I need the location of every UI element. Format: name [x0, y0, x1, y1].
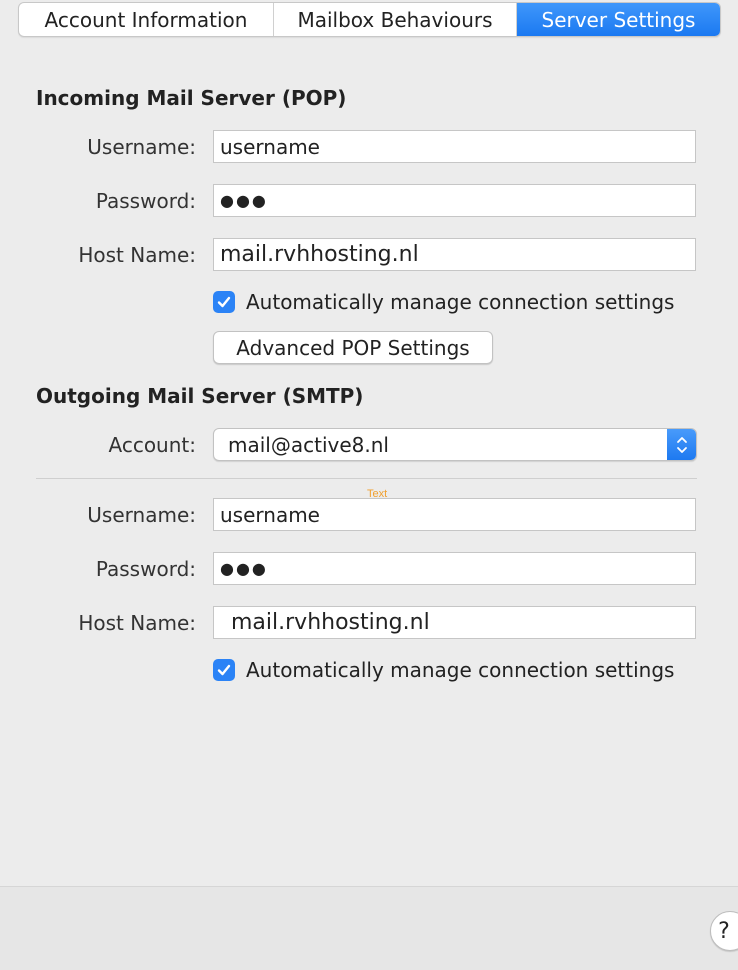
server-settings-window: Account Information Mailbox Behaviours S…: [0, 0, 738, 970]
outgoing-auto-manage-row[interactable]: Automatically manage connection settings: [213, 657, 674, 683]
incoming-host-field[interactable]: mail.rvhhosting.nl: [213, 238, 696, 271]
outgoing-password-field[interactable]: ●●●: [213, 552, 696, 585]
tab-server-settings[interactable]: Server Settings: [517, 3, 720, 36]
outgoing-username-field[interactable]: username: [213, 498, 696, 531]
tab-account-information[interactable]: Account Information: [19, 3, 274, 36]
incoming-username-label: Username:: [87, 135, 196, 159]
tab-mailbox-behaviours[interactable]: Mailbox Behaviours: [274, 3, 517, 36]
incoming-password-field[interactable]: ●●●: [213, 184, 696, 217]
outgoing-account-value: mail@active8.nl: [228, 432, 389, 457]
checkmark-icon: [217, 664, 231, 676]
incoming-username-field[interactable]: username: [213, 130, 696, 163]
outgoing-host-label: Host Name:: [78, 611, 196, 635]
outgoing-username-label: Username:: [87, 503, 196, 527]
outgoing-account-label: Account:: [108, 433, 197, 457]
checkmark-icon: [217, 296, 231, 308]
outgoing-account-select[interactable]: mail@active8.nl: [213, 428, 697, 461]
outgoing-host-field[interactable]: mail.rvhhosting.nl: [213, 606, 696, 639]
tab-bar: Account Information Mailbox Behaviours S…: [18, 2, 721, 37]
chevron-up-down-icon: [677, 436, 687, 453]
incoming-host-label: Host Name:: [78, 243, 196, 267]
incoming-section-title: Incoming Mail Server (POP): [36, 86, 347, 110]
outgoing-auto-manage-label: Automatically manage connection settings: [246, 658, 675, 682]
incoming-auto-manage-checkbox[interactable]: [213, 291, 235, 313]
incoming-auto-manage-label: Automatically manage connection settings: [246, 290, 675, 314]
advanced-pop-settings-button[interactable]: Advanced POP Settings: [213, 331, 493, 364]
incoming-auto-manage-row[interactable]: Automatically manage connection settings: [213, 289, 674, 315]
outgoing-auto-manage-checkbox[interactable]: [213, 659, 235, 681]
select-stepper[interactable]: [667, 429, 696, 460]
outgoing-section-title: Outgoing Mail Server (SMTP): [36, 384, 364, 408]
incoming-password-label: Password:: [95, 189, 196, 213]
section-divider: [36, 478, 697, 479]
footer-bar: [0, 886, 738, 970]
outgoing-password-label: Password:: [95, 557, 196, 581]
